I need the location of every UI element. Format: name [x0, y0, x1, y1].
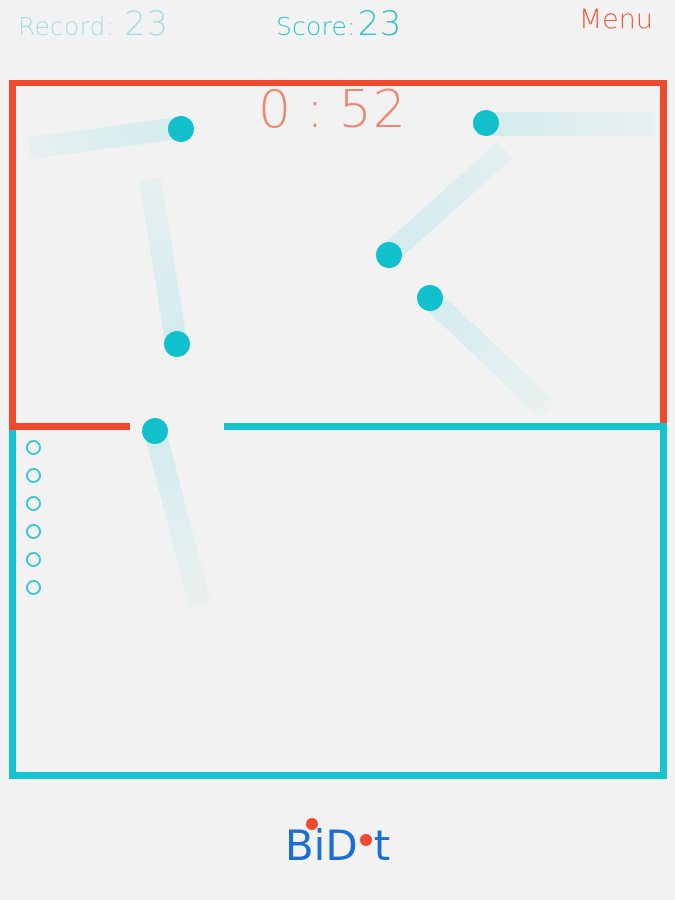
logo-letter: D: [325, 821, 358, 870]
dot[interactable]: [417, 285, 443, 311]
teal-zone: [9, 423, 667, 779]
logo-dot-icon: [359, 834, 372, 846]
empty-circle-icon: [26, 496, 41, 511]
countdown-timer: 0:52: [258, 80, 407, 140]
dot-trail: [28, 117, 182, 159]
dot[interactable]: [376, 242, 402, 268]
dots[interactable]: [142, 110, 499, 444]
dot-trails: [28, 112, 655, 608]
empty-circle-icon: [26, 468, 41, 483]
dot-trail: [144, 428, 211, 608]
timer-minutes: 0: [258, 80, 293, 140]
dot[interactable]: [142, 418, 168, 444]
dot[interactable]: [164, 331, 190, 357]
red-zone-divider: [9, 423, 130, 430]
empty-circle-icon: [26, 524, 41, 539]
red-zone-right-wall: [660, 80, 667, 424]
teal-zone-divider: [224, 423, 667, 430]
teal-zone-left-wall: [9, 430, 16, 779]
logo-letter: i: [313, 821, 326, 870]
teal-zone-right-wall: [660, 424, 667, 779]
dot-trail: [422, 290, 556, 418]
dot[interactable]: [473, 110, 499, 136]
red-zone-left-wall: [9, 80, 16, 430]
logo-letter: t: [373, 821, 391, 870]
empty-circle-icon: [26, 580, 41, 595]
dot-trail: [139, 178, 187, 344]
dot-trail: [381, 141, 513, 263]
lives-indicator: [26, 440, 46, 608]
dot[interactable]: [168, 116, 194, 142]
teal-zone-bottom-wall: [9, 772, 667, 779]
empty-circle-icon: [26, 440, 41, 455]
timer-seconds: 52: [338, 80, 407, 140]
timer-separator: :: [306, 80, 325, 140]
bidot-logo: BiD t: [0, 818, 675, 870]
empty-circle-icon: [26, 552, 41, 567]
game-screen: Record: 23 Score:23 Menu 0: 52 BiD t: [0, 0, 675, 900]
